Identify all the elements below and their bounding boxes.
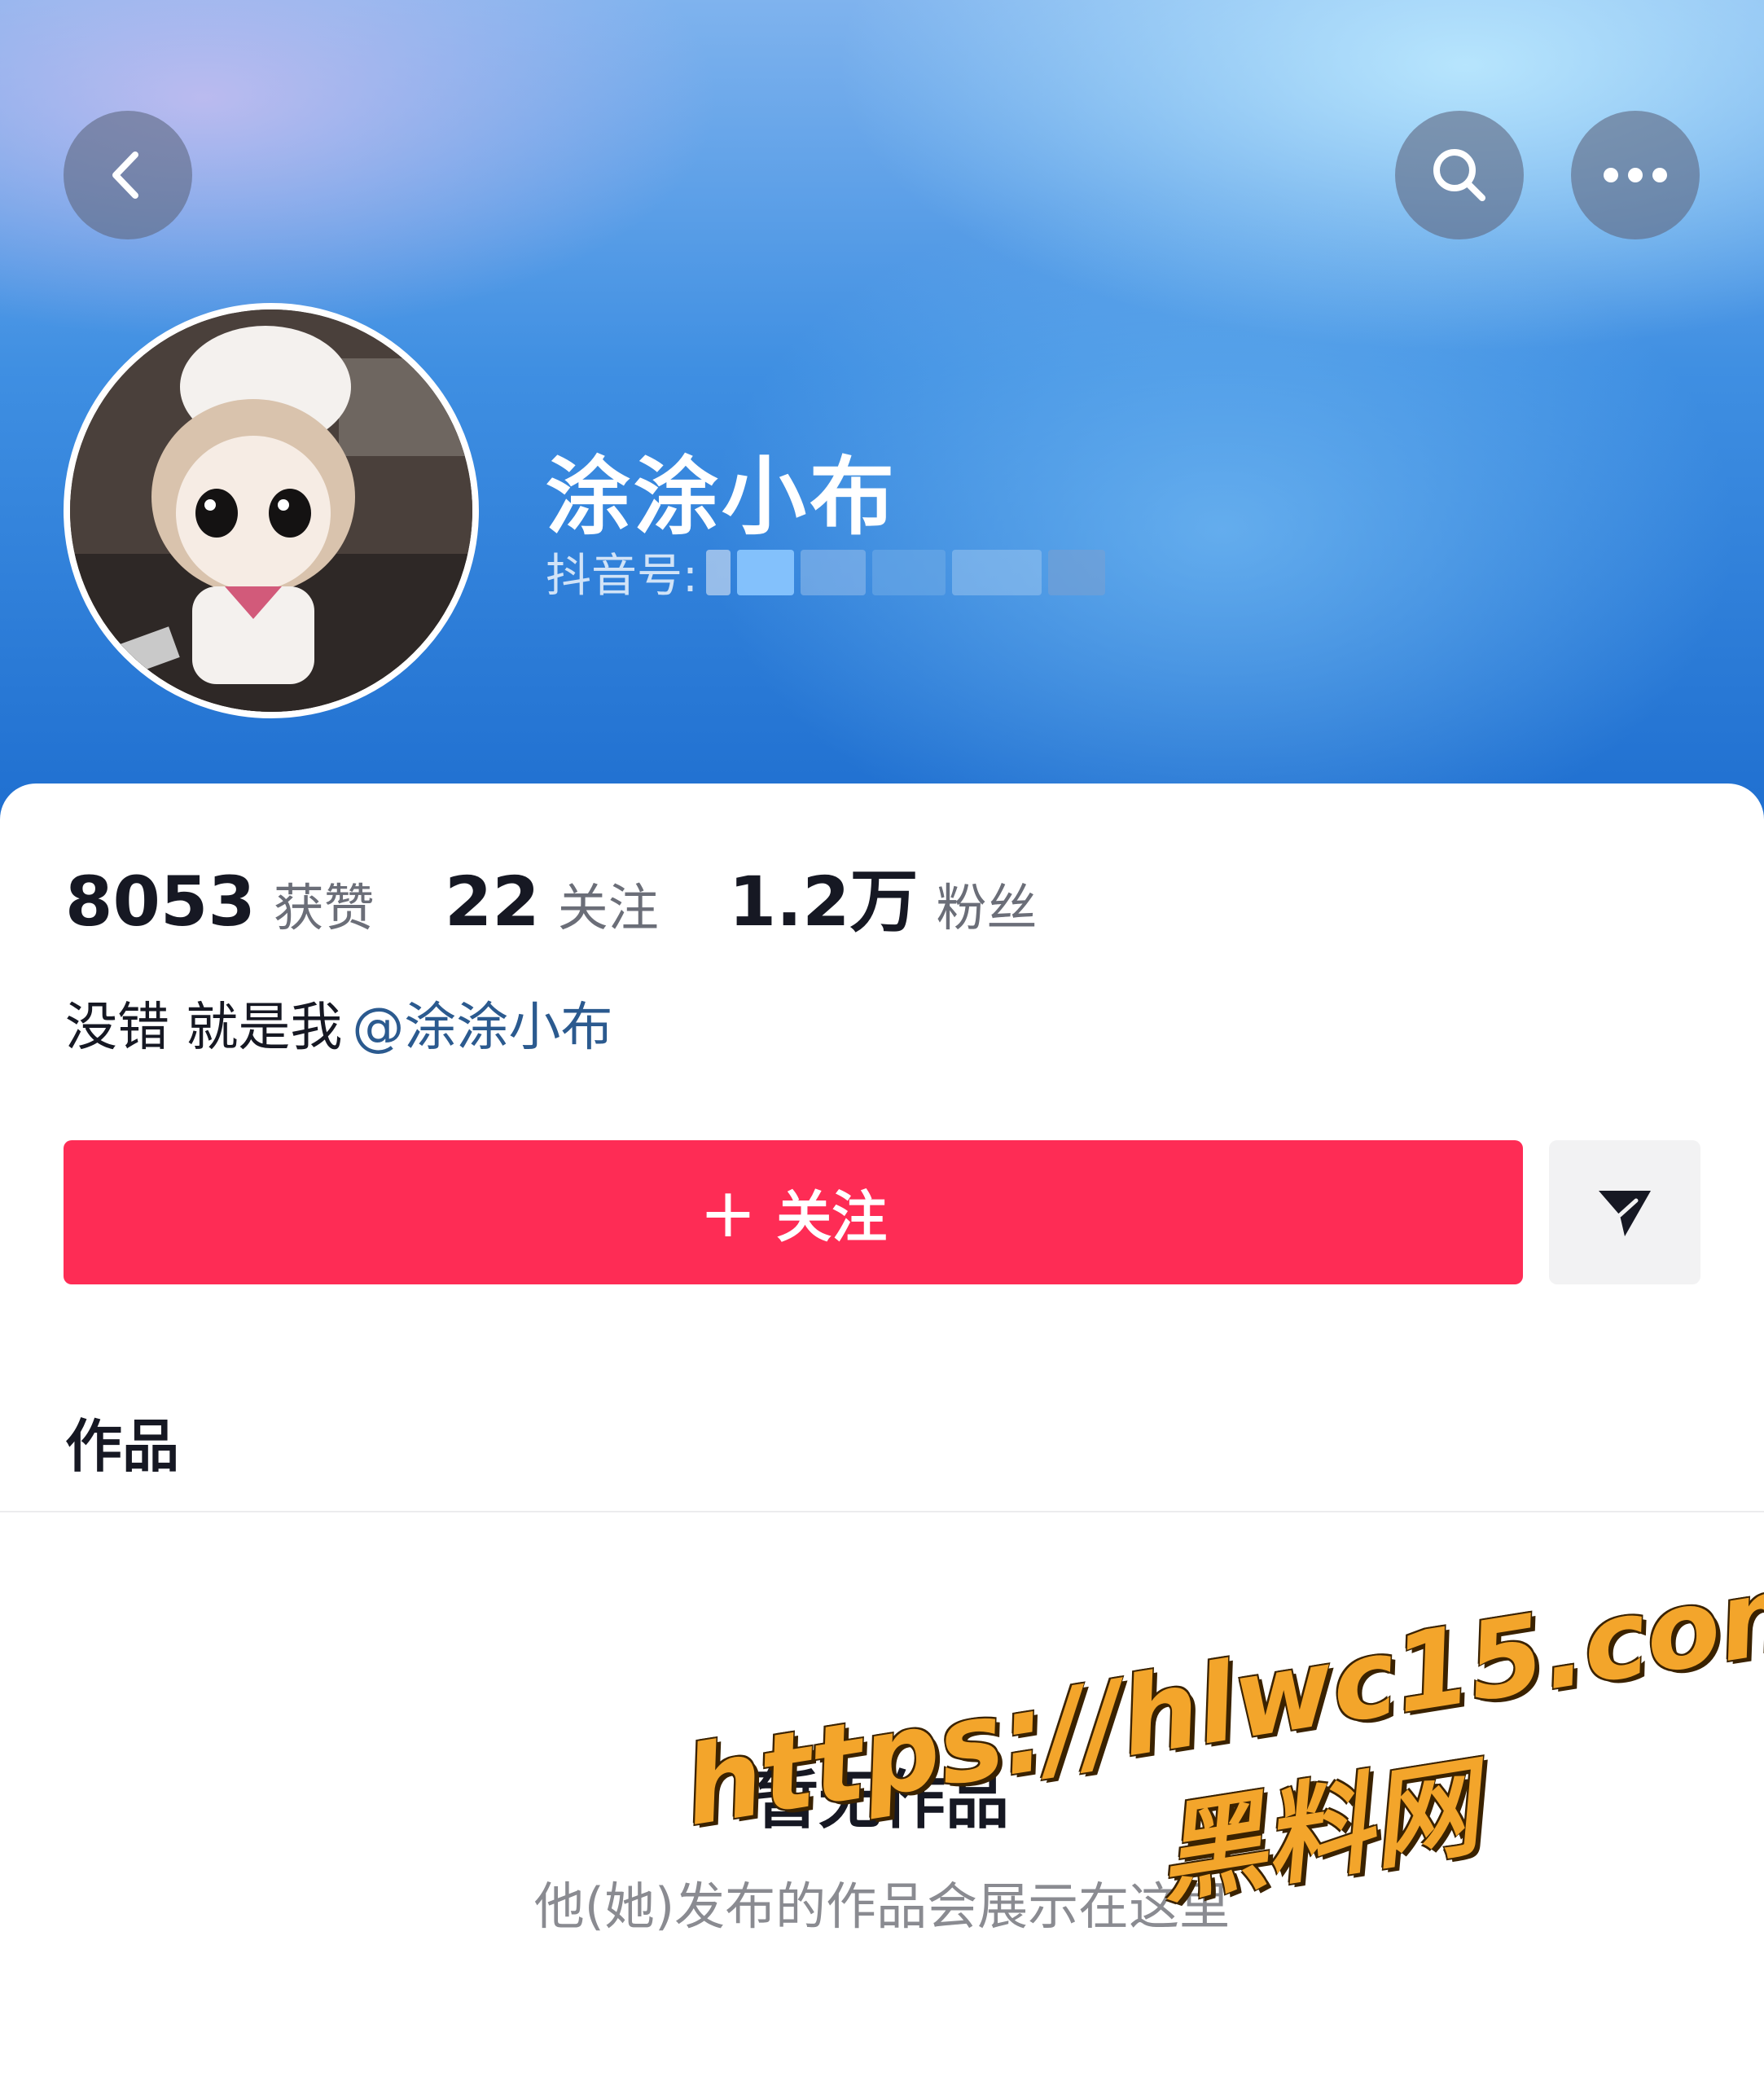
chevron-left-icon <box>112 151 138 199</box>
stat-following[interactable]: 22 关注 <box>445 862 659 942</box>
bio-mention-link[interactable]: @涂涂小布 <box>352 998 612 1058</box>
douyin-id-redacted <box>705 549 1112 595</box>
stat-followers[interactable]: 1.2万 粉丝 <box>729 847 1038 946</box>
stat-likes-label: 获赞 <box>273 878 375 937</box>
follow-button-label: 关注 <box>776 1186 888 1250</box>
stat-likes-value: 8053 <box>65 862 256 942</box>
bio-text: 没错 就是我 <box>65 998 343 1058</box>
send-icon <box>1599 1190 1651 1236</box>
username: 涂涂小布 <box>546 447 898 546</box>
plus-icon: + <box>699 1172 757 1253</box>
empty-state-subtitle: 他(她)发布的作品会展示在这里 <box>533 1876 1231 1936</box>
stat-following-value: 22 <box>444 862 540 942</box>
empty-state-title: 暂无作品 <box>754 1764 1009 1837</box>
stat-followers-value: 1.2万 <box>728 862 919 942</box>
stat-likes[interactable]: 8053 获赞 <box>65 862 375 942</box>
bio: 没错 就是我 @涂涂小布 <box>65 985 612 1060</box>
stat-following-label: 关注 <box>557 878 659 937</box>
tab-works[interactable]: 作品 <box>65 1401 179 1483</box>
avatar[interactable] <box>64 303 479 718</box>
douyin-id-label: 抖音号: <box>546 550 698 603</box>
follow-button[interactable]: + 关注 <box>64 1140 1523 1284</box>
profile-stats: 8053 获赞 22 关注 1.2万 粉丝 <box>65 847 1108 946</box>
tab-divider <box>0 1511 1764 1512</box>
search-icon <box>1433 149 1485 201</box>
more-button[interactable] <box>1571 111 1700 239</box>
douyin-id: 抖音号: <box>546 539 1112 605</box>
avatar-illustration <box>70 309 472 712</box>
back-button[interactable] <box>64 111 192 239</box>
more-dots-icon <box>1604 168 1667 182</box>
search-button[interactable] <box>1395 111 1524 239</box>
stat-followers-label: 粉丝 <box>936 878 1038 937</box>
share-button[interactable] <box>1549 1140 1700 1284</box>
